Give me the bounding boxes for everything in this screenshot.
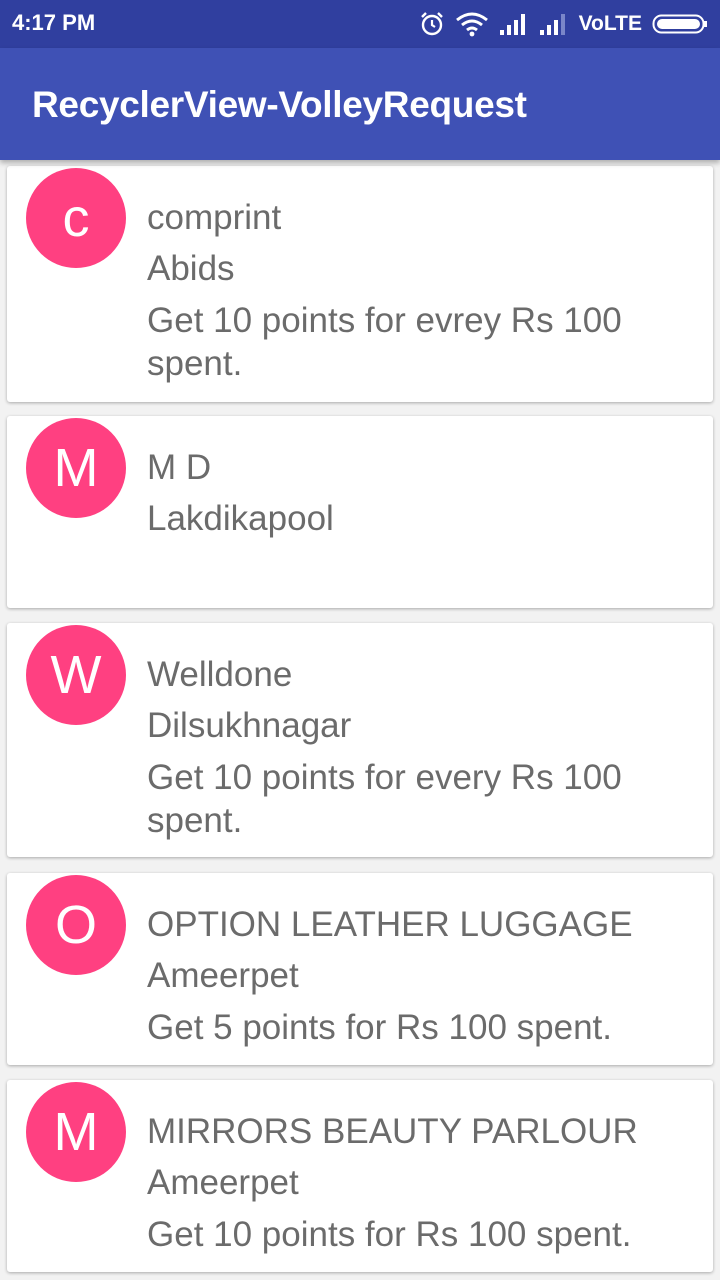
item-location: Abids: [147, 249, 235, 288]
list-item[interactable]: c comprint Abids Get 10 points for evrey…: [7, 166, 713, 402]
avatar: c: [26, 168, 126, 268]
card-text: MIRRORS BEAUTY PARLOUR Ameerpet Get 10 p…: [147, 1106, 687, 1256]
item-location: Lakdikapool: [147, 499, 334, 538]
card-text: Welldone Dilsukhnagar Get 10 points for …: [147, 649, 687, 842]
item-offer: Get 10 points for every Rs 100 spent.: [147, 758, 622, 840]
list-item[interactable]: O OPTION LEATHER LUGGAGE Ameerpet Get 5 …: [7, 873, 713, 1065]
item-name: OPTION LEATHER LUGGAGE: [147, 905, 633, 944]
item-offer: Get 10 points for Rs 100 spent.: [147, 1215, 632, 1254]
item-name: M D: [147, 448, 212, 487]
list-item[interactable]: M MIRRORS BEAUTY PARLOUR Ameerpet Get 10…: [7, 1080, 713, 1272]
wifi-icon: [455, 11, 489, 37]
item-location: Dilsukhnagar: [147, 706, 352, 745]
card-text: OPTION LEATHER LUGGAGE Ameerpet Get 5 po…: [147, 899, 687, 1049]
item-offer: Get 10 points for evrey Rs 100 spent.: [147, 301, 622, 383]
app-bar: RecyclerView-VolleyRequest: [0, 48, 720, 160]
avatar: O: [26, 875, 126, 975]
signal-icon: [539, 12, 569, 36]
item-name: MIRRORS BEAUTY PARLOUR: [147, 1112, 638, 1151]
avatar: M: [26, 1082, 126, 1182]
status-bar: 4:17 PM VoLTE: [0, 0, 720, 48]
recycler-list[interactable]: c comprint Abids Get 10 points for evrey…: [0, 160, 720, 1280]
battery-icon: [652, 12, 708, 36]
status-time: 4:17 PM: [12, 10, 96, 35]
item-location: Ameerpet: [147, 1163, 299, 1202]
item-name: comprint: [147, 198, 282, 237]
signal-icon: [499, 12, 529, 36]
volte-label: VoLTE: [578, 12, 642, 35]
card-text: M D Lakdikapool: [147, 442, 687, 549]
list-item[interactable]: M M D Lakdikapool: [7, 416, 713, 608]
alarm-icon: [419, 11, 445, 37]
card-text: comprint Abids Get 10 points for evrey R…: [147, 192, 687, 385]
status-icons: VoLTE: [419, 8, 708, 40]
item-offer: Get 5 points for Rs 100 spent.: [147, 1008, 612, 1047]
avatar: W: [26, 625, 126, 725]
avatar: M: [26, 418, 126, 518]
item-name: Welldone: [147, 655, 293, 694]
app-title: RecyclerView-VolleyRequest: [32, 84, 527, 125]
item-location: Ameerpet: [147, 956, 299, 995]
list-item[interactable]: W Welldone Dilsukhnagar Get 10 points fo…: [7, 623, 713, 857]
